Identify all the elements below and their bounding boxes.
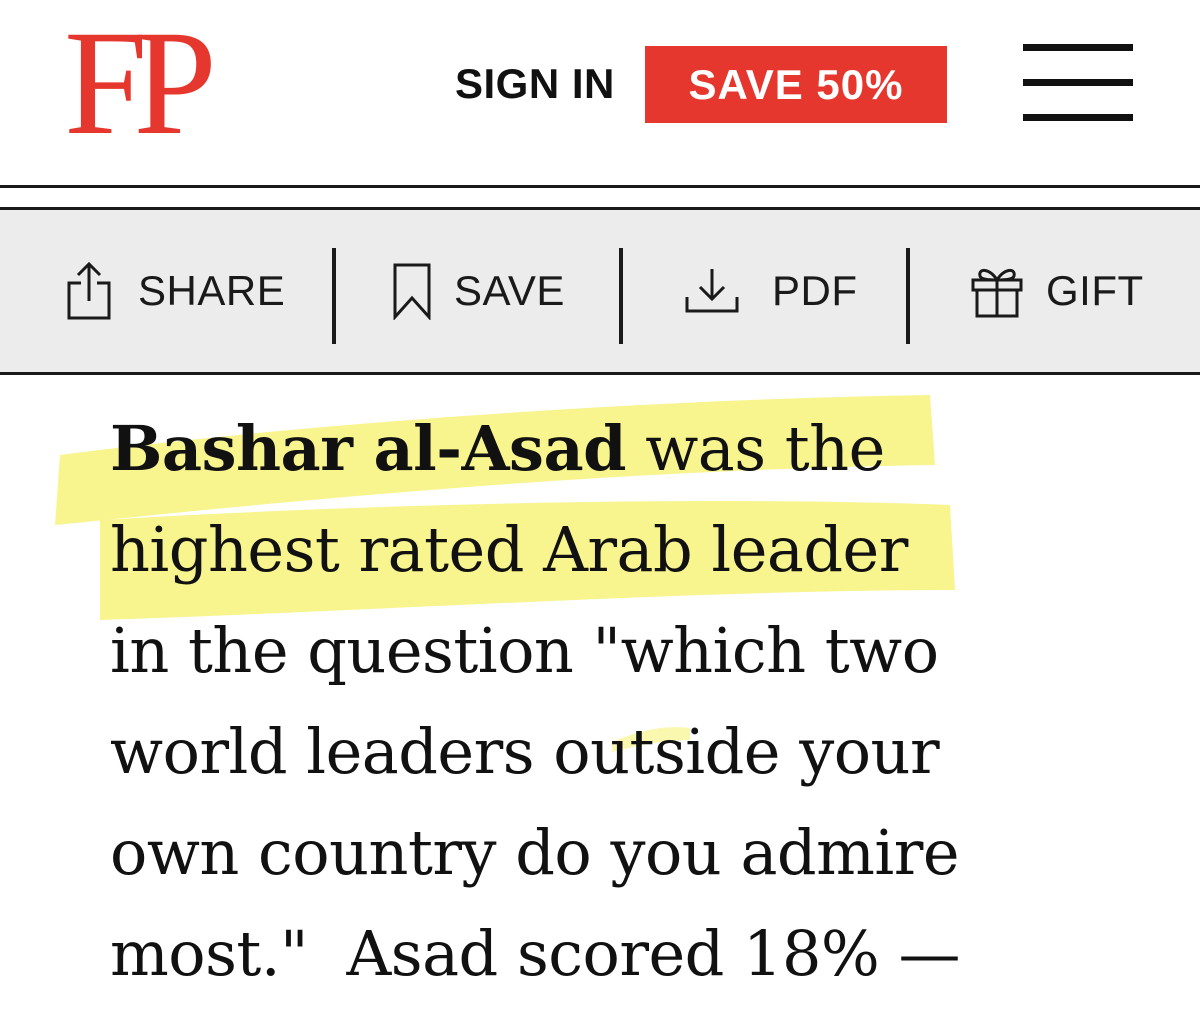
toolbar-divider [332,248,336,344]
menu-bar [1023,44,1133,51]
article-line: in the question "which two [110,614,939,687]
gift-icon [971,269,1023,318]
pdf-label: PDF [772,267,858,314]
toolbar-rule [0,372,1200,375]
article-line: own country do you admire [110,816,960,889]
toolbar-divider [619,248,623,344]
article-line: most." Asad scored 18% — [110,917,961,990]
highlighted-name: Bashar al-Asad [110,412,626,485]
save-article-button[interactable]: SAVE [392,210,565,372]
fp-logo[interactable]: FP [64,8,217,158]
gift-article-button[interactable]: GIFT [970,210,1144,372]
article-text: was the [625,412,885,485]
article-line: world leaders outside your [110,715,940,788]
article-line: highest rated Arab leader [110,513,908,586]
share-icon [67,261,111,320]
article-action-bar: SHARE SAVE PDF GIFT [0,210,1200,372]
hamburger-menu-icon[interactable] [1023,44,1133,122]
download-icon [685,269,739,313]
article-body: Bashar al-Asad was the highest rated Ara… [110,398,1110,1004]
toolbar-divider [906,248,910,344]
pdf-download-button[interactable]: PDF [684,210,858,372]
menu-bar [1023,114,1133,121]
article-line: Bashar al-Asad was the [110,398,1110,499]
header-rule-top [0,185,1200,188]
bookmark-icon [393,263,431,320]
share-label: SHARE [138,267,286,314]
menu-bar [1023,79,1133,86]
subscribe-button[interactable]: SAVE 50% [645,46,947,123]
gift-label: GIFT [1046,267,1144,314]
save-label: SAVE [454,267,565,314]
share-button[interactable]: SHARE [66,210,285,372]
sign-in-link[interactable]: SIGN IN [455,58,615,110]
